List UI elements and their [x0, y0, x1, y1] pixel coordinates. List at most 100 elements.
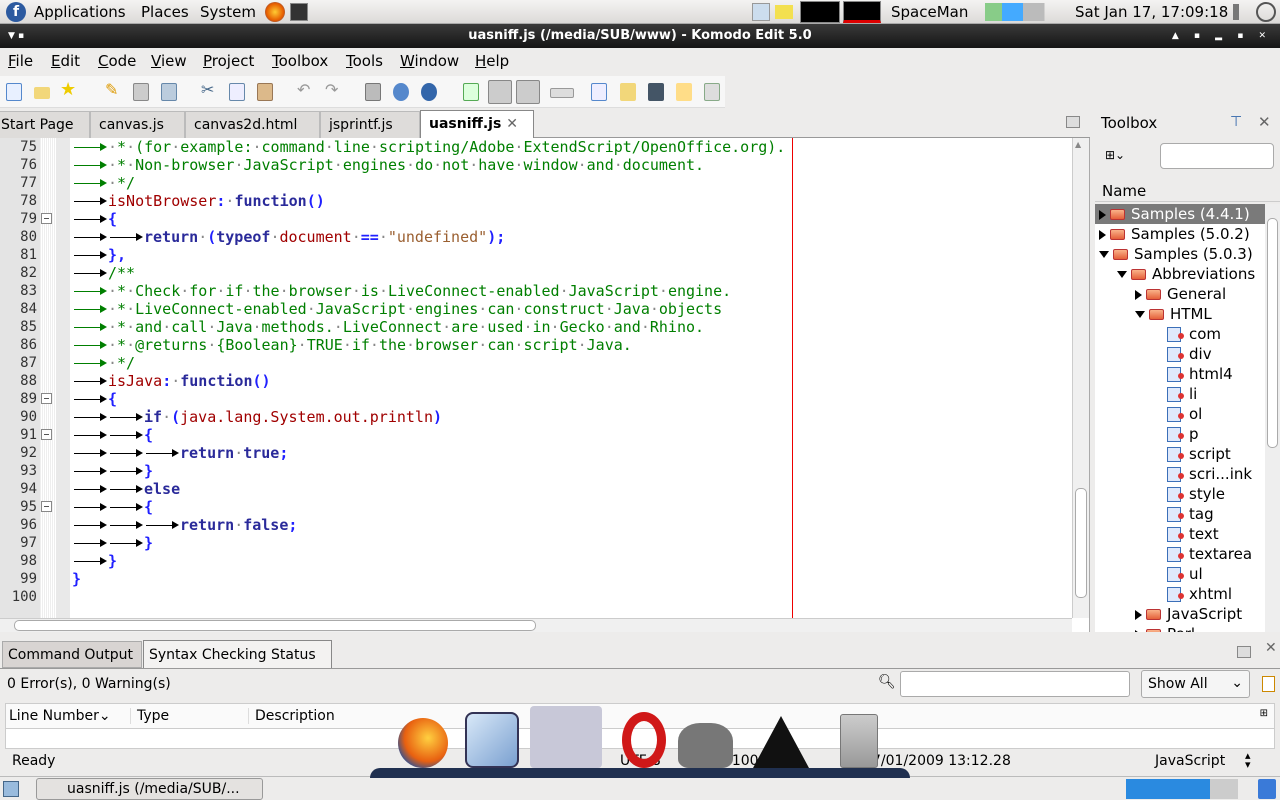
window-titlebar[interactable]: uasniff.js (/media/SUB/www) - Komodo Edi… [0, 24, 1280, 48]
help-icon[interactable] [393, 83, 409, 101]
menu-edit[interactable]: Edit [51, 52, 80, 70]
toolbox-item[interactable]: tag [1153, 504, 1214, 524]
code-line[interactable]: ·*·(for·example:·command·line·scripting/… [72, 138, 785, 156]
tab-command-output[interactable]: Command Output [2, 641, 142, 668]
code-line[interactable]: return·true; [72, 444, 288, 462]
gimp-icon[interactable] [678, 723, 733, 768]
menu-file[interactable]: File [8, 52, 33, 70]
firefox-launcher-icon[interactable] [265, 2, 285, 22]
view-dropdown-icon[interactable] [550, 88, 574, 98]
language-select-icon[interactable]: ▴ ▾ [1245, 750, 1251, 770]
code-line[interactable]: } [72, 552, 117, 570]
code-line[interactable]: if·(java.lang.System.out.println) [72, 408, 442, 426]
code-line[interactable]: /** [72, 264, 135, 282]
new-file-icon[interactable] [6, 83, 22, 101]
favorites-star-icon[interactable]: ★ [60, 79, 76, 100]
panel-clock[interactable]: Sat Jan 17, 17:09:18 [1075, 3, 1228, 21]
new-project-icon[interactable] [620, 83, 636, 101]
close-bottom-pane-icon[interactable]: ✕ [1265, 640, 1277, 656]
tool-add-icon[interactable] [704, 83, 720, 101]
expand-arrow-icon[interactable] [1099, 209, 1106, 220]
toolbox-item[interactable]: ul [1153, 564, 1203, 584]
panel-username[interactable]: SpaceMan [891, 3, 968, 21]
tab-syntax-checking-status[interactable]: Syntax Checking Status [143, 640, 332, 669]
code-line[interactable]: isJava:·function() [72, 372, 271, 390]
column-type[interactable]: Type [137, 708, 249, 724]
book-icon[interactable] [648, 83, 664, 101]
add-item-icon[interactable]: ⊞⌄ [1105, 148, 1125, 162]
refresh-icon[interactable] [1262, 676, 1275, 692]
fold-toggle-icon[interactable] [41, 213, 52, 224]
panel-menu-system[interactable]: System [200, 3, 256, 21]
print-icon[interactable] [365, 83, 381, 101]
collapse-arrow-icon[interactable] [1117, 271, 1127, 278]
file-cabinet-icon[interactable] [840, 714, 878, 768]
code-line[interactable]: ·*·and·call·Java·methods.·LiveConnect·ar… [72, 318, 704, 336]
toolbox-column-header[interactable]: Name [1095, 178, 1280, 202]
syntax-search-input[interactable] [900, 671, 1130, 697]
toolbox-item[interactable]: script [1153, 444, 1231, 464]
toolbox-options-icon[interactable]: ⊤ [1230, 114, 1242, 130]
code-line[interactable]: } [72, 570, 81, 588]
toolbox-item[interactable]: div [1153, 344, 1212, 364]
toolbox-item[interactable]: html4 [1153, 364, 1233, 384]
toolbox-scrollbar[interactable] [1265, 204, 1280, 632]
close-tab-icon[interactable]: ✕ [506, 116, 518, 132]
toolbox-item[interactable]: JavaScript [1135, 604, 1242, 624]
code-line[interactable]: { [72, 498, 153, 516]
collapse-arrow-icon[interactable] [1099, 251, 1109, 258]
code-editor[interactable]: 75 ·*·(for·example:·command·line·scriptin… [0, 138, 1090, 632]
undo-icon[interactable]: ↶ [297, 80, 313, 99]
expand-arrow-icon[interactable] [1135, 629, 1142, 632]
code-line[interactable]: return·false; [72, 516, 297, 534]
network-applet-icon[interactable] [752, 3, 770, 21]
code-line[interactable]: else [72, 480, 180, 498]
window-controls[interactable]: ▲ ▪ ▂ ▪ ✕ [1172, 24, 1272, 48]
power-icon[interactable] [1256, 2, 1276, 22]
workspace-switcher[interactable] [1126, 779, 1238, 799]
editor-vertical-scrollbar[interactable]: ▲ [1072, 138, 1089, 618]
fold-margin[interactable] [40, 138, 56, 618]
panel-menu-applications[interactable]: Applications [34, 3, 126, 21]
toolbox-item[interactable]: General [1135, 284, 1226, 304]
open-file-icon[interactable] [34, 87, 50, 99]
code-line[interactable]: ·*·LiveConnect-enabled·JavaScript·engine… [72, 300, 722, 318]
close-toolbox-icon[interactable]: ✕ [1258, 113, 1271, 131]
code-line[interactable]: { [72, 210, 117, 228]
code-line[interactable]: ·*/ [72, 354, 135, 372]
toolbox-item[interactable]: Samples (4.4.1) [1095, 204, 1265, 224]
toolbox-item[interactable]: li [1153, 384, 1197, 404]
virtualbox-icon[interactable] [465, 712, 519, 768]
menu-view[interactable]: View [151, 52, 187, 70]
toolbox-item[interactable]: Abbreviations [1117, 264, 1255, 284]
tab-jsprintf-js[interactable]: jsprintf.js [320, 111, 420, 138]
menu-code[interactable]: Code [98, 52, 136, 70]
toggle-bottom-pane-icon[interactable] [488, 80, 512, 104]
tab-list-icon[interactable] [1066, 116, 1080, 128]
code-line[interactable]: return·(typeof·document·==·"undefined"); [72, 228, 505, 246]
inkscape-icon[interactable] [753, 716, 809, 768]
scroll-thumb[interactable] [14, 620, 536, 631]
code-line[interactable]: } [72, 534, 153, 552]
fold-toggle-icon[interactable] [41, 393, 52, 404]
menu-toolbox[interactable]: Toolbox [272, 52, 328, 70]
code-line[interactable]: ·*·@returns·{Boolean}·TRUE·if·the·browse… [72, 336, 632, 354]
redo-icon[interactable]: ↷ [325, 80, 341, 99]
column-description[interactable]: Description [255, 708, 335, 724]
column-line-number[interactable]: Line Number⌄ [9, 708, 131, 724]
code-line[interactable]: isNotBrowser:·function() [72, 192, 325, 210]
toolbox-item[interactable]: p [1153, 424, 1199, 444]
code-line[interactable]: ·*·Non-browser·JavaScript·engines·do·not… [72, 156, 704, 174]
page-icon[interactable] [591, 83, 607, 101]
copy-icon[interactable] [229, 83, 245, 101]
toolbox-item[interactable]: Samples (5.0.2) [1099, 224, 1250, 244]
column-picker-icon[interactable]: ⊞ [1260, 708, 1268, 719]
trash-icon[interactable] [1258, 779, 1276, 799]
toolbox-item[interactable]: scri...ink [1153, 464, 1252, 484]
taskbar-window-button[interactable]: uasniff.js (/media/SUB/... [36, 778, 263, 800]
opera-icon[interactable] [622, 712, 666, 768]
code-line[interactable]: ·*·Check·for·if·the·browser·is·LiveConne… [72, 282, 731, 300]
code-line[interactable]: { [72, 390, 117, 408]
toolbox-item[interactable]: com [1153, 324, 1221, 344]
menu-help[interactable]: Help [475, 52, 509, 70]
